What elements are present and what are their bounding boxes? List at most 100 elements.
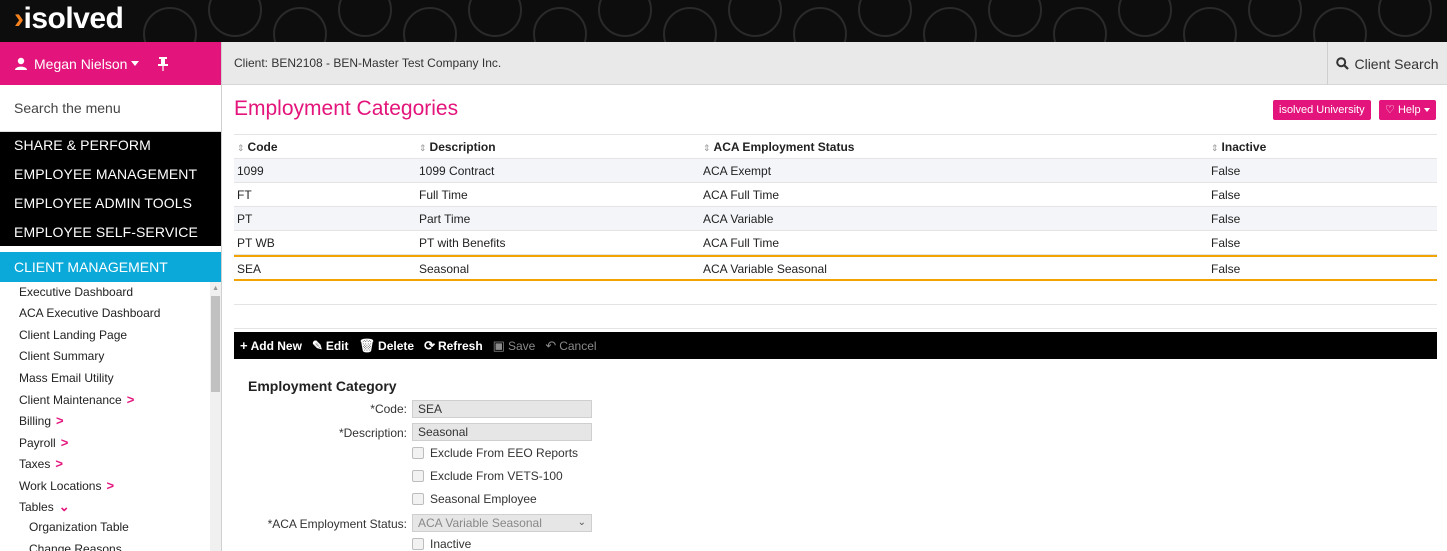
- save-icon: ▣: [492, 337, 505, 353]
- nav-employee-management[interactable]: EMPLOYEE MANAGEMENT: [0, 161, 221, 188]
- logo-text: isolved: [23, 2, 124, 35]
- cell-description: Part Time: [419, 212, 471, 226]
- menu-search-input[interactable]: Search the menu: [0, 85, 221, 132]
- exclude-vets-checkbox[interactable]: Exclude From VETS-100: [412, 469, 563, 483]
- code-field[interactable]: SEA: [412, 400, 592, 418]
- cancel-button[interactable]: ↶ Cancel: [545, 338, 596, 354]
- cell-inactive: False: [1211, 262, 1241, 276]
- sort-icon: ⇕: [237, 143, 245, 153]
- scrollbar-thumb[interactable]: [211, 296, 220, 392]
- user-name: Megan Nielson: [34, 55, 128, 72]
- table-row[interactable]: 1099 1099 Contract ACA Exempt False: [234, 159, 1437, 183]
- checkbox-box[interactable]: [412, 538, 424, 550]
- action-toolbar: + Add New ✎ Edit 🗑 Delete ⟳ Refresh ▣ Save ↶ C…: [234, 332, 1437, 359]
- seasonal-employee-checkbox[interactable]: Seasonal Employee: [412, 492, 537, 506]
- add-new-button[interactable]: + Add New: [240, 338, 302, 353]
- cell-code: PT: [237, 212, 253, 226]
- user-menu[interactable]: Megan Nielson: [0, 42, 221, 85]
- logo-dot-icon: ›: [14, 2, 24, 35]
- checkbox-box[interactable]: [412, 447, 424, 459]
- chevron-right-icon: >: [60, 434, 69, 450]
- help-label: Help: [1397, 104, 1421, 116]
- menu-item-aca-executive-dashboard[interactable]: ACA Executive Dashboard: [0, 303, 221, 324]
- client-name: Client: BEN2108 - BEN-Master Test Compan…: [234, 56, 502, 70]
- cell-aca-status: ACA Variable: [703, 212, 774, 226]
- user-icon: [15, 57, 27, 70]
- employment-categories-grid: ⇕ Code ⇕ Description ⇕ ACA Employment Statu…: [234, 134, 1437, 329]
- edit-icon: ✎: [311, 337, 323, 353]
- isolved-university-button[interactable]: isolved University: [1273, 100, 1371, 120]
- table-row[interactable]: PT Part Time ACA Variable False: [234, 207, 1437, 231]
- sidebar: Megan Nielson Search the menu SHARE & PE…: [0, 42, 222, 551]
- menu-item-taxes[interactable]: Taxes >: [0, 453, 221, 474]
- refresh-button[interactable]: ⟳ Refresh: [424, 338, 483, 354]
- menu-item-client-summary[interactable]: Client Summary: [0, 346, 221, 367]
- sort-icon: ⇕: [703, 143, 711, 153]
- table-row[interactable]: FT Full Time ACA Full Time False: [234, 183, 1437, 207]
- inactive-checkbox[interactable]: Inactive: [412, 537, 471, 551]
- trash-icon: 🗑: [358, 337, 376, 353]
- form-title: Employment Category: [248, 378, 397, 394]
- table-row[interactable]: PT WB PT with Benefits ACA Full Time Fal…: [234, 231, 1437, 255]
- aca-status-select[interactable]: ACA Variable Seasonal ⌄: [412, 514, 592, 532]
- chevron-down-icon: ⌄: [577, 517, 586, 528]
- sidebar-scrollbar[interactable]: ▲: [210, 282, 221, 551]
- save-button[interactable]: ▣ Save: [493, 338, 536, 354]
- chevron-down-icon: ⌄: [58, 498, 70, 514]
- column-header-description[interactable]: ⇕ Description: [419, 135, 496, 160]
- cell-inactive: False: [1211, 164, 1241, 178]
- description-field[interactable]: Seasonal: [412, 423, 592, 441]
- chevron-right-icon: >: [55, 456, 63, 472]
- client-bar: Client: BEN2108 - BEN-Master Test Compan…: [222, 42, 1447, 85]
- table-row-selected[interactable]: SEA Seasonal ACA Variable Seasonal False: [234, 255, 1437, 281]
- client-management-submenu: Executive Dashboard ACA Executive Dashbo…: [0, 282, 221, 551]
- empty-row: [234, 281, 1437, 305]
- menu-item-client-maintenance[interactable]: Client Maintenance >: [0, 389, 221, 410]
- lightbulb-icon: ♡: [1385, 104, 1395, 116]
- column-header-aca-status[interactable]: ⇕ ACA Employment Status: [703, 135, 854, 160]
- page-title: Employment Categories: [234, 97, 459, 120]
- edit-button[interactable]: ✎ Edit: [312, 338, 349, 354]
- menu-item-client-landing-page[interactable]: Client Landing Page: [0, 325, 221, 346]
- scroll-up-arrow-icon[interactable]: ▲: [212, 285, 219, 292]
- delete-button[interactable]: 🗑 Delete: [359, 338, 415, 354]
- help-button[interactable]: ♡ Help: [1379, 100, 1436, 120]
- chevron-right-icon: >: [56, 413, 64, 429]
- cell-code: FT: [237, 188, 252, 202]
- exclude-eeo-checkbox[interactable]: Exclude From EEO Reports: [412, 446, 578, 460]
- menu-item-change-reasons[interactable]: Change Reasons: [0, 539, 221, 551]
- banner-pattern: [143, 0, 1432, 42]
- client-search-button[interactable]: Client Search: [1327, 42, 1447, 85]
- nav-share-perform[interactable]: SHARE & PERFORM: [0, 132, 221, 159]
- menu-item-mass-email-utility[interactable]: Mass Email Utility: [0, 368, 221, 389]
- pin-icon[interactable]: [157, 56, 169, 71]
- nav-employee-admin-tools[interactable]: EMPLOYEE ADMIN TOOLS: [0, 190, 221, 217]
- menu-item-billing[interactable]: Billing >: [0, 410, 221, 431]
- menu-item-work-locations[interactable]: Work Locations >: [0, 475, 221, 496]
- description-label: *Description:: [338, 426, 407, 440]
- chevron-down-icon: [1423, 108, 1430, 113]
- cell-aca-status: ACA Exempt: [703, 164, 772, 178]
- cell-description: PT with Benefits: [419, 236, 506, 250]
- menu-item-payroll[interactable]: Payroll >: [0, 432, 221, 453]
- refresh-icon: ⟳: [424, 337, 435, 353]
- nav-client-management[interactable]: CLIENT MANAGEMENT: [0, 252, 221, 282]
- search-icon: [1336, 57, 1350, 70]
- cell-code: PT WB: [237, 236, 275, 250]
- checkbox-box[interactable]: [412, 493, 424, 505]
- menu-item-executive-dashboard[interactable]: Executive Dashboard: [0, 282, 221, 303]
- empty-row: [234, 305, 1437, 329]
- cell-inactive: False: [1211, 236, 1241, 250]
- menu-item-tables[interactable]: Tables ⌄: [0, 496, 221, 517]
- isolved-logo[interactable]: ›isolved: [14, 2, 124, 36]
- menu-item-organization-table[interactable]: Organization Table: [0, 517, 221, 538]
- chevron-down-icon: [131, 61, 140, 66]
- column-header-code[interactable]: ⇕ Code: [237, 135, 278, 160]
- checkbox-box[interactable]: [412, 470, 424, 482]
- column-header-inactive[interactable]: ⇕ Inactive: [1211, 135, 1266, 160]
- nav-employee-self-service[interactable]: EMPLOYEE SELF-SERVICE: [0, 219, 221, 246]
- code-label: *Code:: [370, 402, 407, 416]
- cell-description: Full Time: [419, 188, 468, 202]
- cell-aca-status: ACA Full Time: [703, 236, 780, 250]
- plus-icon: +: [240, 338, 248, 353]
